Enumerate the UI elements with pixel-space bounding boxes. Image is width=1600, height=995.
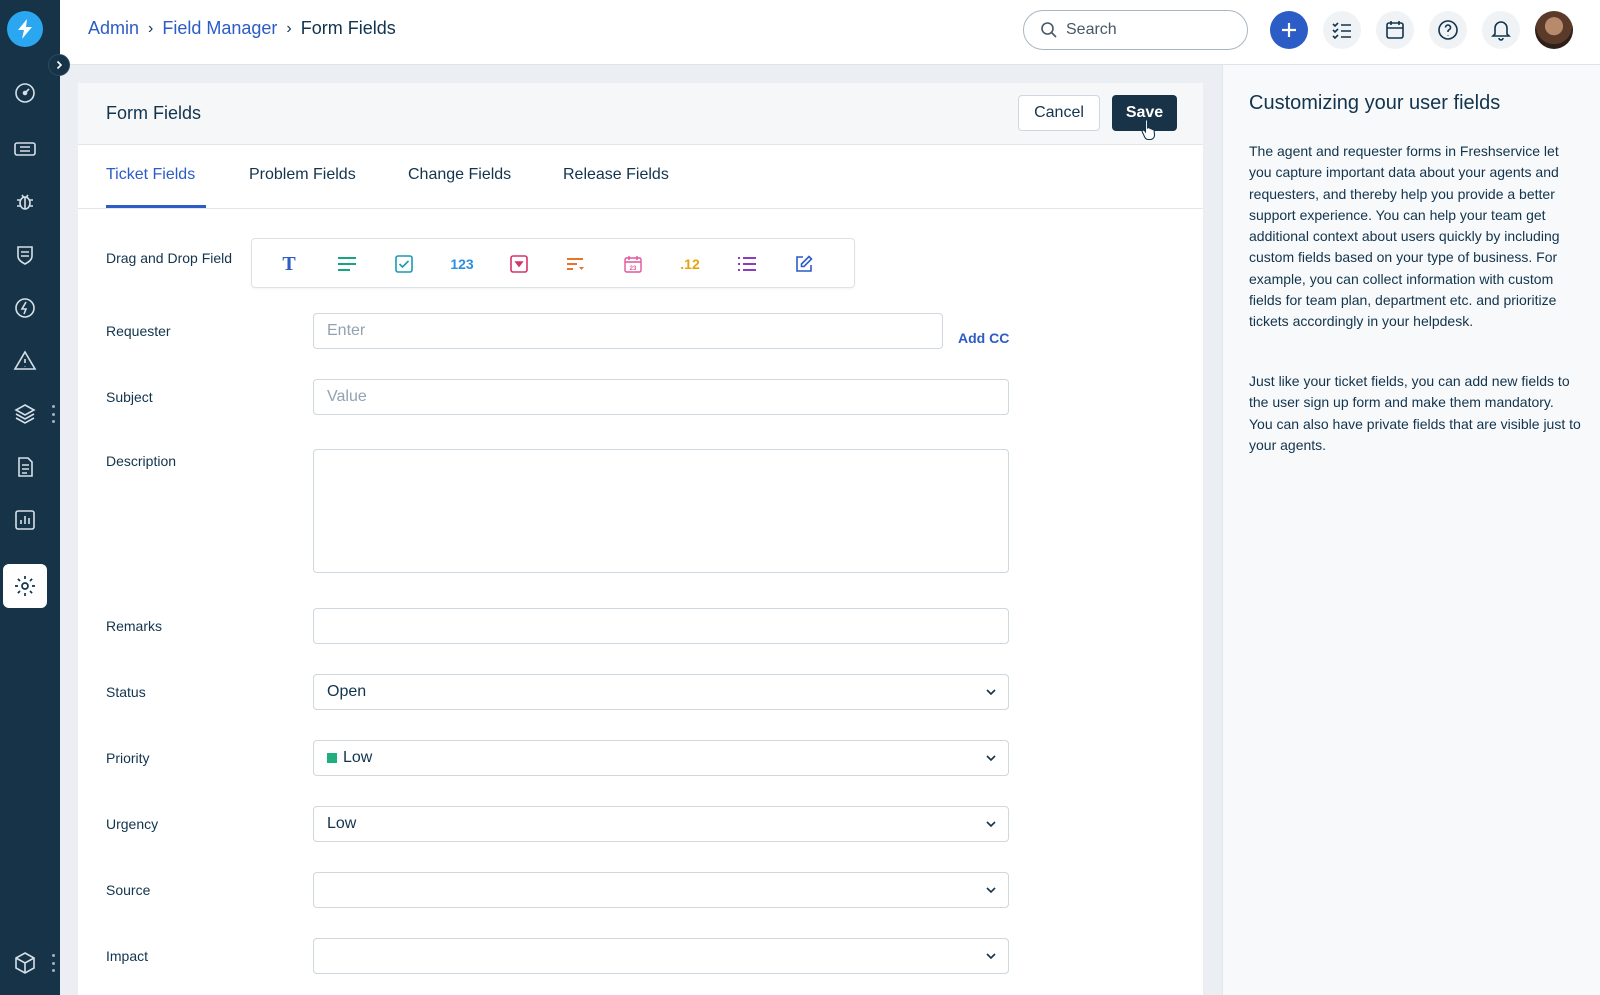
dependent-field-icon[interactable]: [564, 252, 588, 276]
top-header: Admin › Field Manager › Form Fields Sear…: [60, 0, 1600, 65]
help-button[interactable]: [1429, 11, 1467, 49]
dashboard-icon[interactable]: [6, 74, 44, 112]
plus-icon: [1282, 23, 1296, 37]
checklist-icon: [1332, 22, 1351, 40]
breadcrumb-admin[interactable]: Admin: [88, 18, 139, 39]
date-icon[interactable]: 23: [621, 252, 645, 276]
requester-label: Requester: [106, 323, 171, 339]
alert-icon[interactable]: [6, 342, 44, 380]
reports-icon[interactable]: [6, 501, 44, 539]
breadcrumb: Admin › Field Manager › Form Fields: [88, 18, 396, 39]
breadcrumb-field-manager[interactable]: Field Manager: [162, 18, 277, 39]
tickets-icon[interactable]: [6, 130, 44, 168]
panel-header: Form Fields Cancel Save: [78, 83, 1203, 145]
more-dots-bottom-icon[interactable]: [51, 954, 55, 972]
sidebar-expand-button[interactable]: [48, 54, 70, 76]
help-title: Customizing your user fields: [1249, 92, 1501, 114]
dnd-field-palette: T 123 23 .12: [251, 238, 855, 288]
page-title: Form Fields: [106, 103, 202, 123]
help-paragraph-1: The agent and requester forms in Freshse…: [1249, 143, 1560, 330]
add-cc-link[interactable]: Add CC: [958, 330, 1009, 346]
remarks-input[interactable]: [313, 608, 1009, 644]
search-icon: [1041, 22, 1057, 38]
freshservice-logo[interactable]: [7, 11, 43, 47]
chevron-down-icon: [986, 755, 996, 762]
urgency-select[interactable]: Low: [313, 806, 1009, 842]
tab-ticket-fields[interactable]: Ticket Fields: [106, 166, 195, 184]
field-type-tabs: Ticket Fields Problem Fields Change Fiel…: [78, 145, 1203, 209]
description-textarea[interactable]: [313, 449, 1009, 573]
remarks-label: Remarks: [106, 618, 163, 634]
calendar-icon: [1386, 21, 1404, 39]
urgency-label: Urgency: [106, 816, 159, 832]
edit-field-icon[interactable]: [792, 252, 816, 276]
chevron-down-icon: [986, 887, 996, 894]
breadcrumb-form-fields: Form Fields: [300, 18, 396, 38]
search-input[interactable]: Search: [1023, 10, 1248, 50]
form-fields-panel: Form Fields Cancel Save Ticket Fields Pr…: [78, 83, 1203, 995]
chevron-down-icon: [986, 953, 996, 960]
status-label: Status: [106, 684, 146, 700]
tab-problem-fields[interactable]: Problem Fields: [249, 166, 356, 184]
impact-select[interactable]: [313, 938, 1009, 974]
problems-bug-icon[interactable]: [6, 183, 44, 221]
priority-select[interactable]: Low: [313, 740, 1009, 776]
priority-color-swatch: [327, 753, 337, 763]
multiselect-icon[interactable]: [735, 252, 759, 276]
new-item-plus-button[interactable]: [1270, 11, 1308, 49]
changes-shield-icon[interactable]: [6, 236, 44, 274]
priority-label: Priority: [106, 750, 150, 766]
active-tab-indicator: [106, 205, 206, 208]
releases-icon[interactable]: [6, 289, 44, 327]
source-select[interactable]: [313, 872, 1009, 908]
help-panel: Customizing your user fields The agent a…: [1222, 65, 1600, 995]
help-question-icon: [1438, 20, 1458, 40]
apps-cube-icon[interactable]: [6, 944, 44, 982]
status-value: Open: [327, 683, 367, 700]
checkbox-icon[interactable]: [392, 252, 416, 276]
solutions-icon[interactable]: [6, 448, 44, 486]
urgency-value: Low: [327, 815, 357, 832]
help-paragraph-2: Just like your ticket fields, you can ad…: [1249, 373, 1581, 453]
calendar-button[interactable]: [1376, 11, 1414, 49]
chevron-down-icon: [986, 821, 996, 828]
description-label: Description: [106, 453, 177, 469]
impact-label: Impact: [106, 948, 149, 964]
search-placeholder: Search: [1066, 21, 1117, 38]
more-dots-icon[interactable]: [51, 405, 55, 423]
chevron-down-icon: [986, 689, 996, 696]
svg-text:23: 23: [630, 266, 637, 272]
status-select[interactable]: Open: [313, 674, 1009, 710]
requester-input[interactable]: Enter: [313, 313, 943, 349]
sidebar: [0, 0, 60, 995]
dropdown-icon[interactable]: [507, 252, 531, 276]
user-avatar[interactable]: [1535, 11, 1573, 49]
notifications-button[interactable]: [1482, 11, 1520, 49]
decimal-icon[interactable]: .12: [674, 252, 706, 276]
cancel-button[interactable]: Cancel: [1018, 95, 1100, 131]
todo-list-button[interactable]: [1323, 11, 1361, 49]
source-label: Source: [106, 882, 151, 898]
paragraph-icon[interactable]: [335, 252, 359, 276]
bell-icon: [1491, 21, 1511, 41]
requester-placeholder: Enter: [327, 322, 366, 339]
chevron-right-icon: ›: [148, 19, 154, 37]
admin-gear-icon[interactable]: [3, 564, 47, 608]
assets-layers-icon[interactable]: [6, 395, 44, 433]
subject-placeholder: Value: [327, 388, 367, 405]
pointer-hand-icon: [1141, 118, 1156, 140]
text-icon[interactable]: T: [277, 252, 301, 276]
subject-label: Subject: [106, 389, 153, 405]
subject-input[interactable]: Value: [313, 379, 1009, 415]
dnd-label: Drag and Drop Field: [106, 250, 233, 266]
tab-release-fields[interactable]: Release Fields: [563, 166, 669, 184]
priority-value: Low: [343, 749, 373, 766]
number-icon[interactable]: 123: [445, 252, 479, 276]
chevron-right-icon: ›: [286, 19, 292, 37]
tab-change-fields[interactable]: Change Fields: [408, 166, 511, 184]
